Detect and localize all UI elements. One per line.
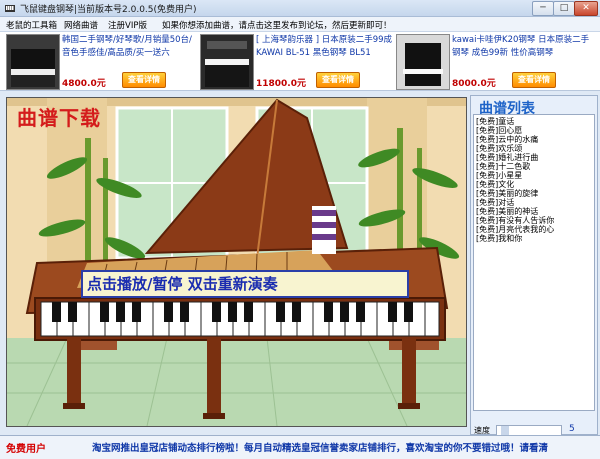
menu-item-toolbox[interactable]: 老鼠的工具箱	[6, 19, 57, 31]
speed-value: 5	[569, 424, 575, 434]
piano-keyboard[interactable]	[40, 301, 440, 337]
ad-item[interactable]: kawai卡哇伊K20钢琴 日本原装二手钢琴 成色99新 性价高钢琴 8000.…	[396, 32, 596, 90]
menu-item-register-vip[interactable]: 注册VIP版	[108, 19, 147, 31]
status-marquee-link[interactable]: 淘宝网推出皇冠店铺动态排行榜啦！每月自动精选皇冠信誉卖家店铺排行，喜欢淘宝的你不…	[92, 440, 548, 454]
piano-scene[interactable]	[7, 98, 466, 426]
playlist-panel: 曲谱列表 [免费]童话 [免费]回心愿 [免费]云中的水痛 [免费]欢乐颂 [免…	[470, 95, 598, 435]
download-scores-link[interactable]: 曲谱下载	[17, 102, 101, 131]
ad-item[interactable]: [ 上海琴韵乐器 ] 日本原装二手99成 KAWAI BL-51 黑色钢琴 BL…	[200, 32, 396, 90]
title-bar: 飞鼠键盘钢琴|当前版本号2.0.0.5(免费用户) ─ □ ✕	[0, 0, 600, 17]
ad-image[interactable]	[6, 34, 60, 90]
playlist-item[interactable]: [免费]我和你	[476, 233, 522, 244]
view-details-button[interactable]: 查看详情	[122, 72, 166, 88]
ad-title[interactable]: kawai卡哇伊K20钢琴 日本原装二手钢琴 成色99新 性价高钢琴	[452, 34, 594, 60]
app-icon	[5, 5, 15, 12]
speed-slider-thumb[interactable]	[501, 426, 509, 435]
playlist-list[interactable]: [免费]童话 [免费]回心愿 [免费]云中的水痛 [免费]欢乐颂 [免费]婚礼进…	[473, 114, 595, 411]
ad-title[interactable]: 韩国二手钢琴/好琴歌/月销量50台/音色手感佳/高品质/买一送六	[62, 34, 198, 60]
forum-notice-link[interactable]: 如果你想添加曲谱，请点击这里发布到论坛，然后更新即可！	[162, 19, 392, 31]
view-details-button[interactable]: 查看详情	[316, 72, 360, 88]
view-details-button[interactable]: 查看详情	[512, 72, 556, 88]
ad-item[interactable]: 韩国二手钢琴/好琴歌/月销量50台/音色手感佳/高品质/买一送六 4800.0元…	[6, 32, 200, 90]
piano-stage[interactable]: 曲谱下载 点击播放/暂停 双击重新演奏	[6, 97, 467, 427]
close-button[interactable]: ✕	[574, 1, 598, 16]
ad-title[interactable]: [ 上海琴韵乐器 ] 日本原装二手99成 KAWAI BL-51 黑色钢琴 BL…	[256, 34, 394, 60]
menu-bar: 老鼠的工具箱 网络曲谱 注册VIP版 如果你想添加曲谱，请点击这里发布到论坛，然…	[0, 17, 600, 32]
status-bar: 免费用户 淘宝网推出皇冠店铺动态排行榜啦！每月自动精选皇冠信誉卖家店铺排行，喜欢…	[0, 435, 600, 459]
ad-image[interactable]	[200, 34, 254, 90]
menu-item-online-scores[interactable]: 网络曲谱	[64, 19, 98, 31]
play-hint-banner[interactable]: 点击播放/暂停 双击重新演奏	[81, 270, 409, 298]
user-status: 免费用户	[6, 444, 46, 455]
ad-price: 4800.0元	[62, 79, 106, 89]
ad-price: 8000.0元	[452, 79, 496, 89]
ad-bar: 韩国二手钢琴/好琴歌/月销量50台/音色手感佳/高品质/买一送六 4800.0元…	[0, 32, 600, 91]
minimize-button[interactable]: ─	[532, 1, 554, 16]
maximize-button[interactable]: □	[553, 1, 575, 16]
ad-image[interactable]	[396, 34, 450, 90]
window-title: 飞鼠键盘钢琴|当前版本号2.0.0.5(免费用户)	[20, 5, 197, 15]
ad-price: 11800.0元	[256, 79, 306, 89]
